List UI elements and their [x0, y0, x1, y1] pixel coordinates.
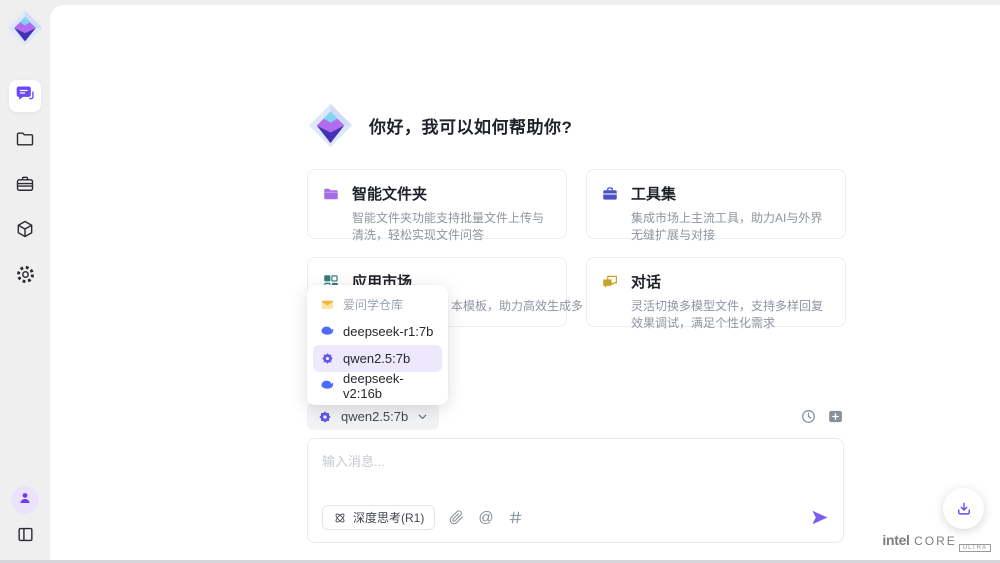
assistant-logo-icon: [307, 102, 354, 149]
greeting-title: 你好，我可以如何帮助你?: [369, 113, 572, 138]
cube-icon: [15, 219, 35, 244]
hash-icon: [508, 510, 523, 525]
dropdown-option-deepseek-v2[interactable]: deepseek-v2:16b: [313, 372, 442, 399]
deepseek-whale-icon: [320, 324, 335, 339]
card-smart-folder[interactable]: 智能文件夹 智能文件夹功能支持批量文件上传与清洗，轻松实现文件问答: [307, 169, 567, 239]
sidebar: [0, 0, 50, 563]
model-dropdown: 爱问学仓库 deepseek-r1:7b qwe: [307, 285, 448, 405]
composer-toolbar: 深度思考(R1) @: [322, 505, 829, 530]
split-panel-icon: [16, 525, 35, 549]
sidebar-item-toolbox[interactable]: [9, 170, 41, 202]
deep-think-button[interactable]: 深度思考(R1): [322, 505, 435, 530]
intel-core-logo: intel coreultra: [882, 532, 991, 552]
panel-toggle[interactable]: [9, 521, 41, 553]
attach-file-button[interactable]: [449, 510, 464, 525]
history-button[interactable]: [800, 408, 817, 425]
message-input[interactable]: [322, 451, 829, 489]
main-panel: 你好，我可以如何帮助你? 智能文件夹 智能文件夹功能支持批量文件上传与清洗，轻松…: [50, 5, 1000, 560]
user-avatar[interactable]: [11, 486, 39, 514]
chat-gold-icon: [601, 273, 619, 291]
intel-wordmark: intel: [882, 532, 909, 548]
sidebar-item-folders[interactable]: [9, 125, 41, 157]
model-selector[interactable]: qwen2.5:7b: [307, 403, 439, 430]
clock-history-icon: [800, 408, 817, 425]
ultra-badge: ultra: [959, 544, 991, 552]
model-row: qwen2.5:7b: [307, 403, 844, 430]
greeting-row: 你好，我可以如何帮助你?: [307, 102, 572, 149]
qwen-star-icon: [317, 409, 333, 425]
send-arrow-icon: [810, 508, 829, 527]
sidebar-item-chat[interactable]: [9, 80, 41, 112]
dropdown-option-deepseek-r1[interactable]: deepseek-r1:7b: [313, 318, 442, 345]
chat-bubble-icon: [15, 84, 35, 109]
repo-package-icon: [320, 297, 335, 312]
atom-icon: [333, 511, 347, 525]
card-title: 工具集: [631, 183, 676, 204]
paperclip-icon: [449, 510, 464, 525]
card-title: 智能文件夹: [352, 183, 427, 204]
person-icon: [17, 490, 33, 511]
dropdown-repo-header: 爱问学仓库: [313, 291, 442, 318]
model-selector-value: qwen2.5:7b: [341, 409, 408, 424]
dropdown-repo-label: 爱问学仓库: [343, 296, 403, 313]
card-toolset[interactable]: 工具集 集成市场上主流工具，助力AI与外界无缝扩展与对接: [586, 169, 846, 239]
card-title: 对话: [631, 271, 661, 292]
chevron-down-icon: [416, 410, 429, 423]
sidebar-item-settings[interactable]: [9, 261, 41, 293]
mention-button[interactable]: @: [478, 510, 493, 525]
briefcase-icon: [15, 174, 35, 199]
gear-icon: [15, 264, 36, 290]
core-wordmark: core: [914, 534, 957, 548]
card-description: 灵活切换多模型文件，支持多样回复效果调试，满足个性化需求: [631, 298, 831, 332]
dropdown-option-qwen[interactable]: qwen2.5:7b: [313, 345, 442, 372]
app-window: 你好，我可以如何帮助你? 智能文件夹 智能文件夹功能支持批量文件上传与清洗，轻松…: [0, 0, 1000, 563]
dropdown-option-label: deepseek-r1:7b: [343, 324, 433, 339]
card-description: 本模板，助力高效生成多: [451, 298, 552, 315]
app-logo-icon: [5, 8, 45, 48]
deep-think-label: 深度思考(R1): [353, 509, 424, 526]
card-conversation[interactable]: 对话 灵活切换多模型文件，支持多样回复效果调试，满足个性化需求: [586, 257, 846, 327]
folder-purple-icon: [322, 185, 340, 203]
dropdown-option-label: deepseek-v2:16b: [343, 371, 435, 401]
prompt-tags-button[interactable]: [508, 510, 523, 525]
plus-square-icon: [827, 408, 844, 425]
new-chat-button[interactable]: [827, 408, 844, 425]
at-icon: @: [478, 510, 493, 525]
qwen-star-icon: [320, 351, 335, 366]
sidebar-item-models[interactable]: [9, 215, 41, 247]
download-button[interactable]: [943, 488, 984, 529]
send-button[interactable]: [810, 508, 829, 527]
card-description: 集成市场上主流工具，助力AI与外界无缝扩展与对接: [631, 210, 831, 244]
dropdown-option-label: qwen2.5:7b: [343, 351, 410, 366]
message-composer: 深度思考(R1) @: [307, 438, 844, 543]
folder-icon: [15, 129, 35, 154]
deepseek-whale-icon: [320, 378, 335, 393]
download-icon: [955, 500, 973, 518]
briefcase-indigo-icon: [601, 185, 619, 203]
card-description: 智能文件夹功能支持批量文件上传与清洗，轻松实现文件问答: [352, 210, 552, 244]
